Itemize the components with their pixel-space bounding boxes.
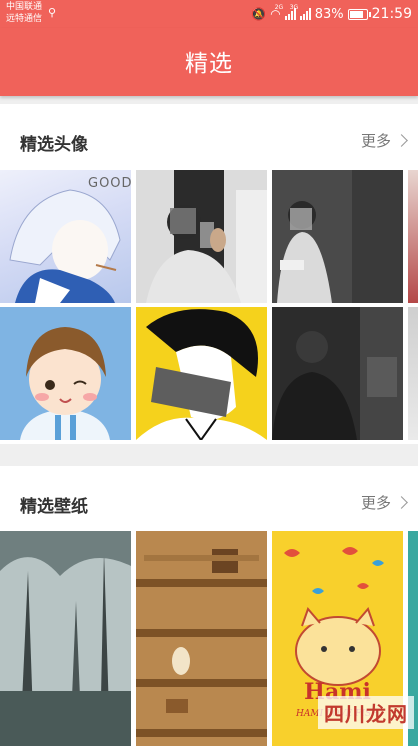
featured-avatars-section: 精选头像 更多 GOOD bbox=[0, 104, 418, 444]
avatar-tile-dark-room[interactable] bbox=[272, 170, 403, 303]
avatar-tile-mirror-selfie[interactable] bbox=[136, 170, 267, 303]
carrier-name-1: 中国联通 bbox=[6, 2, 43, 12]
clock: 21:59 bbox=[371, 6, 412, 22]
chevron-right-icon bbox=[395, 496, 408, 509]
dark-room-image bbox=[272, 170, 403, 303]
watermark: 四川龙网 bbox=[318, 696, 414, 729]
face-blur bbox=[290, 208, 312, 230]
avatar-tile-peek-2[interactable] bbox=[408, 307, 418, 440]
good-text: GOOD bbox=[88, 176, 131, 191]
signal-2-icon: 3G bbox=[290, 4, 311, 20]
more-avatars-button[interactable]: 更多 bbox=[360, 130, 408, 151]
night-person-image bbox=[272, 307, 403, 440]
wallpaper-tile-forest[interactable] bbox=[0, 531, 131, 746]
avatar-tile-peek-1[interactable] bbox=[408, 170, 418, 303]
watermark-text: 四川龙网 bbox=[324, 702, 408, 726]
more-wallpapers-button[interactable]: 更多 bbox=[360, 492, 408, 513]
more-label: 更多 bbox=[360, 494, 391, 512]
page-title: 精选 bbox=[185, 51, 233, 77]
status-icons: 🔕 ◠ 2G 3G 83% 21:59 bbox=[251, 4, 412, 24]
mute-icon: 🔕 bbox=[251, 7, 267, 21]
status-bar: 中国联通 远特通信 ⚲ 🔕 ◠ 2G 3G 83% 21:59 bbox=[0, 0, 418, 28]
face-blur bbox=[170, 208, 196, 234]
carrier-info: 中国联通 远特通信 bbox=[6, 1, 42, 25]
anime-yellow-image bbox=[136, 307, 267, 440]
app-bar: 精选 bbox=[0, 28, 418, 96]
avatar-tile-night-person[interactable] bbox=[272, 307, 403, 440]
wallpaper-tile-shelf[interactable] bbox=[136, 531, 267, 746]
forest-image bbox=[0, 531, 131, 746]
shelf-image bbox=[136, 531, 267, 746]
more-label: 更多 bbox=[360, 132, 391, 150]
avatar-tile-anime-boy[interactable]: GOOD bbox=[0, 170, 131, 303]
selfie-image bbox=[136, 170, 267, 303]
section-title: 精选壁纸 bbox=[20, 497, 88, 517]
usb-icon: ⚲ bbox=[48, 6, 57, 19]
section-title: 精选头像 bbox=[20, 135, 88, 155]
battery-icon bbox=[347, 8, 371, 20]
avatar-tile-anime-yellow[interactable] bbox=[136, 307, 267, 440]
carrier-name-2: 远特通信 bbox=[6, 14, 43, 24]
cartoon-boy-image bbox=[0, 307, 131, 440]
battery-percent: 83% bbox=[314, 6, 344, 22]
avatar-tile-cartoon-boy[interactable] bbox=[0, 307, 131, 440]
chevron-right-icon bbox=[395, 134, 408, 147]
